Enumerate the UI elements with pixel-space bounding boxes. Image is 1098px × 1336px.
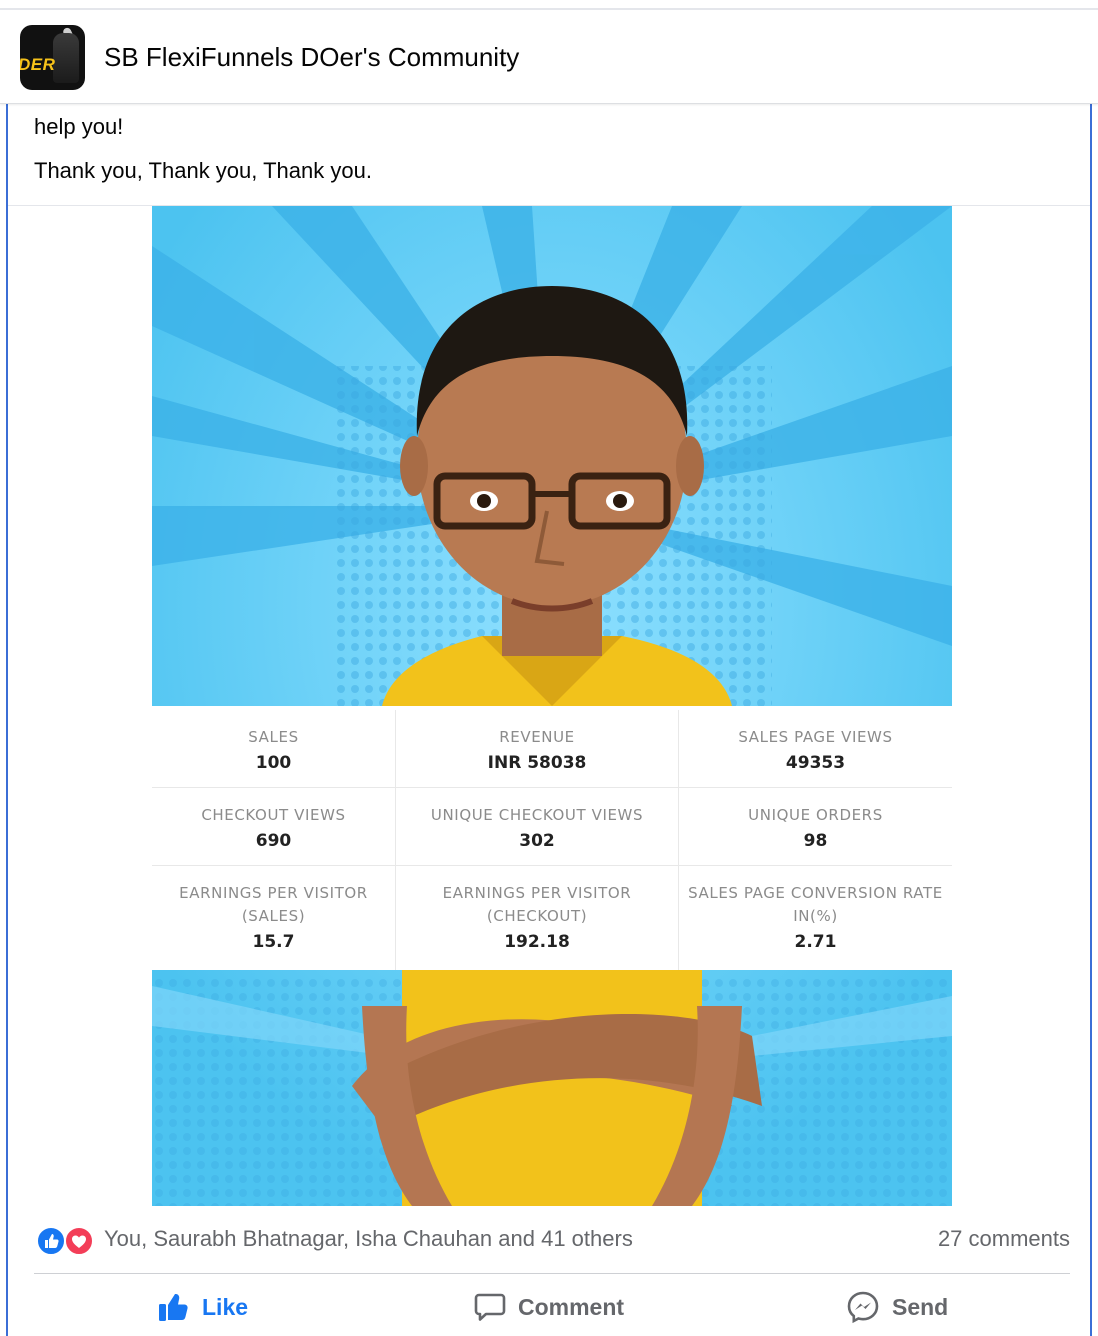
stat-label: UNIQUE ORDERS — [748, 806, 883, 824]
stat-label-sub: IN(%) — [793, 907, 838, 925]
actions-divider — [34, 1273, 1070, 1274]
stat-label: REVENUE — [499, 728, 575, 746]
like-label: Like — [202, 1293, 249, 1320]
comment-icon — [474, 1293, 506, 1321]
stat-value: 100 — [255, 753, 292, 773]
thumbs-up-icon — [159, 1294, 188, 1321]
comment-label: Comment — [518, 1293, 625, 1320]
stat-revenue: REVENUE INR 58038 — [396, 710, 679, 788]
reaction-icons[interactable] — [36, 1226, 98, 1256]
stat-label: UNIQUE CHECKOUT VIEWS — [430, 806, 644, 824]
stat-unique-checkout-views: UNIQUE CHECKOUT VIEWS 302 — [396, 788, 679, 866]
avatar-logo-text: DER — [20, 55, 56, 74]
send-label: Send — [892, 1293, 949, 1320]
like-icon — [36, 1226, 66, 1256]
like-button[interactable]: Like — [158, 1288, 248, 1326]
group-name[interactable]: SB FlexiFunnels DOer's Community — [104, 42, 519, 73]
stat-value: 98 — [803, 831, 828, 851]
stat-value: 2.71 — [794, 932, 837, 952]
stat-label: SALES PAGE CONVERSION RATE — [688, 884, 943, 902]
stat-sales-page-views: SALES PAGE VIEWS 49353 — [679, 710, 952, 788]
person-crossed-arms — [352, 970, 762, 1206]
stats-panel: SALES 100 REVENUE INR 58038 SALES PAGE V… — [152, 706, 952, 970]
stat-label: EARNINGS PER VISITOR — [442, 884, 632, 902]
group-header: DER SB FlexiFunnels DOer's Community — [0, 0, 1098, 104]
avatar-figure — [53, 33, 79, 83]
stat-label: SALES PAGE VIEWS — [738, 728, 893, 746]
stat-checkout-views: CHECKOUT VIEWS 690 — [152, 788, 396, 866]
stat-value: INR 58038 — [487, 753, 587, 773]
stat-value: 302 — [519, 831, 555, 851]
reactors-text[interactable]: You, Saurabh Bhatnagar, Isha Chauhan and… — [104, 1226, 633, 1252]
stat-unique-orders: UNIQUE ORDERS 98 — [679, 788, 952, 866]
post-text-thanks: Thank you, Thank you, Thank you. — [34, 158, 372, 183]
stat-conversion-rate: SALES PAGE CONVERSION RATE IN(%) 2.71 — [679, 866, 952, 970]
stat-value: 690 — [255, 831, 292, 851]
cut-off-text-line — [34, 104, 1084, 110]
stat-label: SALES — [248, 728, 299, 746]
messenger-icon — [847, 1291, 879, 1324]
stat-label-sub: (CHECKOUT) — [486, 907, 588, 925]
top-divider — [0, 8, 1098, 10]
post-text-line: help you! — [34, 114, 124, 139]
stat-epv-checkout: EARNINGS PER VISITOR (CHECKOUT) 192.18 — [396, 866, 679, 970]
love-icon — [64, 1226, 94, 1256]
stat-label-sub: (SALES) — [241, 907, 306, 925]
send-button[interactable]: Send — [846, 1288, 948, 1326]
stat-value: 192.18 — [504, 932, 570, 952]
stat-label: CHECKOUT VIEWS — [201, 806, 346, 824]
stat-sales: SALES 100 — [152, 710, 396, 788]
post-image[interactable]: SALES 100 REVENUE INR 58038 SALES PAGE V… — [152, 206, 952, 1206]
stat-value: 49353 — [785, 753, 846, 773]
stat-epv-sales: EARNINGS PER VISITOR (SALES) 15.7 — [152, 866, 396, 970]
stat-label: EARNINGS PER VISITOR — [179, 884, 368, 902]
stat-value: 15.7 — [252, 932, 295, 952]
group-avatar[interactable]: DER — [20, 25, 85, 90]
comment-button[interactable]: Comment — [474, 1288, 624, 1326]
reactions-row: You, Saurabh Bhatnagar, Isha Chauhan and… — [34, 1222, 1074, 1258]
comments-count[interactable]: 27 comments — [938, 1226, 1070, 1252]
